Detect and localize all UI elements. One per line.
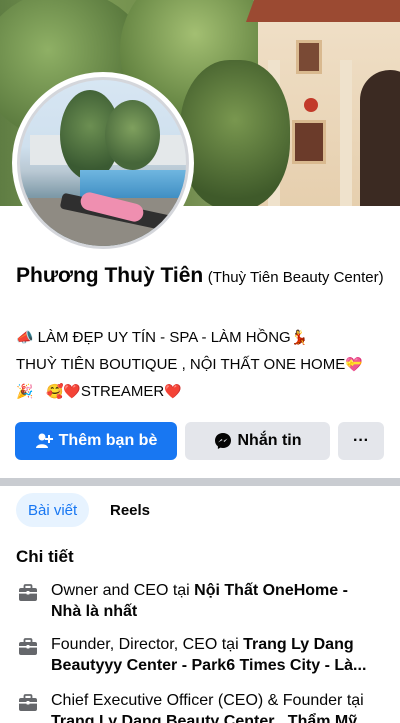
messenger-icon	[214, 433, 231, 449]
briefcase-icon	[19, 638, 37, 655]
party-icon: 🎉	[16, 383, 34, 399]
add-friend-button[interactable]: Thêm bạn bè	[15, 422, 177, 460]
detail-item[interactable]: Founder, Director, CEO tại Trang Ly Dang…	[16, 634, 386, 678]
tab-reels[interactable]: Reels	[98, 493, 162, 527]
more-icon: ···	[353, 432, 369, 449]
smiling-hearts-icon: 🥰	[45, 383, 64, 399]
detail-item[interactable]: Chief Executive Officer (CEO) & Founder …	[16, 690, 386, 723]
tab-posts[interactable]: Bài viết	[16, 493, 90, 527]
briefcase-icon	[19, 584, 37, 601]
profile-avatar[interactable]	[12, 72, 194, 254]
profile-bio: 📣 LÀM ĐẸP UY TÍN - SPA - LÀM HỒNG💃 THUỲ …	[16, 324, 388, 405]
section-divider	[0, 478, 400, 486]
profile-name: Phương Thuỳ Tiên	[16, 264, 204, 287]
profile-header: Phương Thuỳ Tiên (Thuỳ Tiên Beauty Cente…	[16, 264, 388, 290]
dancer-icon: 💃	[290, 329, 309, 345]
megaphone-icon: 📣	[16, 329, 34, 345]
message-button[interactable]: Nhắn tin	[185, 422, 330, 460]
bio-line-3: 🎉 🥰❤️STREAMER❤️	[16, 378, 388, 405]
heart-gift-icon: 💝	[345, 356, 363, 372]
briefcase-icon	[19, 694, 37, 711]
profile-subname: (Thuỳ Tiên Beauty Center)	[207, 269, 384, 286]
red-heart-icon: ❤️	[63, 383, 81, 399]
add-person-icon	[35, 433, 53, 448]
red-heart-icon-2: ❤️	[164, 383, 182, 399]
detail-item[interactable]: Owner and CEO tại Nội Thất OneHome - Nhà…	[16, 580, 386, 624]
bio-line-1: 📣 LÀM ĐẸP UY TÍN - SPA - LÀM HỒNG💃	[16, 324, 388, 351]
more-options-button[interactable]: ···	[338, 422, 384, 460]
bio-line-2: THUỲ TIÊN BOUTIQUE , NỘI THẤT ONE HOME💝	[16, 351, 388, 378]
details-title: Chi tiết	[16, 547, 74, 566]
